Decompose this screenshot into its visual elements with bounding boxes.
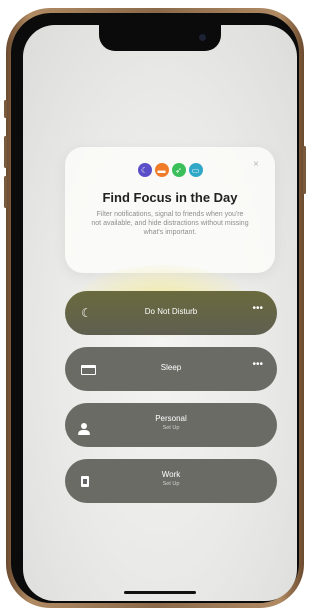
focus-subtitle: Set Up: [162, 481, 180, 487]
focus-icon-row: ☾ ▬ ➶ ▭: [65, 163, 275, 179]
focus-screen: × ☾ ▬ ➶ ▭ Find Focus in the Day Filter n…: [23, 25, 297, 601]
focus-work[interactable]: Work Set Up: [65, 459, 277, 503]
front-camera: [199, 34, 206, 41]
volume-up-button: [4, 136, 7, 168]
focus-do-not-disturb[interactable]: ☾ Do Not Disturb •••: [65, 291, 277, 335]
more-options-icon[interactable]: •••: [252, 303, 263, 314]
more-options-icon[interactable]: •••: [252, 359, 263, 370]
focus-subtitle: Set Up: [162, 425, 180, 431]
focus-label: Sleep: [160, 363, 182, 372]
focus-intro-card: × ☾ ▬ ➶ ▭ Find Focus in the Day Filter n…: [65, 147, 275, 273]
focus-personal[interactable]: Personal Set Up: [65, 403, 277, 447]
moon-icon: ☾: [137, 163, 152, 177]
focus-label: Do Not Disturb: [144, 307, 198, 316]
side-button: [303, 146, 306, 194]
car-icon: ▭: [188, 163, 203, 177]
home-indicator[interactable]: [124, 591, 196, 594]
notch: [99, 25, 221, 51]
iphone-frame: × ☾ ▬ ➶ ▭ Find Focus in the Day Filter n…: [4, 8, 306, 608]
phone-bezel: × ☾ ▬ ➶ ▭ Find Focus in the Day Filter n…: [11, 13, 299, 603]
card-description: Filter notifications, signal to friends …: [91, 211, 249, 236]
bed-icon: ▬: [154, 163, 169, 177]
focus-sleep[interactable]: Sleep •••: [65, 347, 277, 391]
mute-switch: [4, 100, 7, 118]
runner-icon: ➶: [171, 163, 186, 177]
focus-label: Personal: [155, 414, 187, 423]
card-title: Find Focus in the Day: [102, 190, 238, 205]
volume-down-button: [4, 176, 7, 208]
focus-label: Work: [161, 470, 181, 479]
